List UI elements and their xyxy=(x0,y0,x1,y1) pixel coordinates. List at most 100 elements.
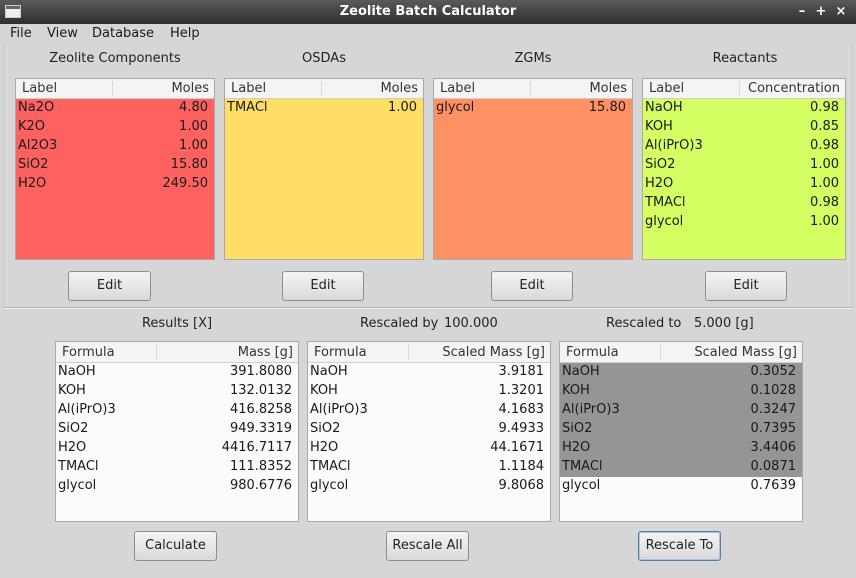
table-row[interactable]: Al(iPrO)3 416.8258 xyxy=(56,401,298,420)
table-row[interactable]: Al(iPrO)3 0.98 xyxy=(643,137,845,156)
table-row[interactable]: KOH 0.1028 xyxy=(560,382,802,401)
header-formula[interactable]: Formula xyxy=(566,345,619,360)
cell-label: SiO2 xyxy=(18,157,49,172)
table-row[interactable]: KOH 0.85 xyxy=(643,118,845,137)
menu-file[interactable]: File xyxy=(10,26,32,41)
edit-osda-button[interactable]: Edit xyxy=(282,271,364,301)
table-row[interactable]: H2O 249.50 xyxy=(16,175,214,194)
menu-help[interactable]: Help xyxy=(170,26,200,41)
table-row[interactable]: TMACl 1.00 xyxy=(225,99,423,118)
cell-label: glycol xyxy=(436,100,475,115)
calculate-button[interactable]: Calculate xyxy=(134,531,217,561)
header-moles[interactable]: Moles xyxy=(171,81,209,96)
rescaled-to-table[interactable]: Formula Scaled Mass [g] NaOH 0.3052 KOH 0.1… xyxy=(559,341,803,522)
cell-label: NaOH xyxy=(58,364,96,379)
cell-label: TMACl xyxy=(310,459,351,474)
osda-table[interactable]: Label Moles TMACl 1.00 xyxy=(224,78,424,260)
table-row[interactable]: glycol 0.7639 xyxy=(560,477,802,496)
rescale-target: 5.000 [g] xyxy=(694,316,754,331)
cell-value: 949.3319 xyxy=(229,421,292,436)
edit-zgm-button[interactable]: Edit xyxy=(491,271,573,301)
edit-reactants-button[interactable]: Edit xyxy=(705,271,787,301)
zeolite-table[interactable]: Label Moles Na2O 4.80 K2O 1.00 Al2O3 1.00 SiO2… xyxy=(15,78,215,260)
table-row[interactable]: H2O 4416.7117 xyxy=(56,439,298,458)
table-row[interactable]: NaOH 0.3052 xyxy=(560,363,802,382)
header-formula[interactable]: Formula xyxy=(314,345,367,360)
table-row[interactable]: SiO2 0.7395 xyxy=(560,420,802,439)
menu-view[interactable]: View xyxy=(47,26,78,41)
table-row[interactable]: KOH 132.0132 xyxy=(56,382,298,401)
close-icon[interactable]: × xyxy=(833,3,849,21)
table-row[interactable]: Al(iPrO)3 4.1683 xyxy=(308,401,550,420)
table-row[interactable]: TMACl 0.0871 xyxy=(560,458,802,477)
zgm-title: ZGMs xyxy=(514,51,552,66)
table-row[interactable]: SiO2 9.4933 xyxy=(308,420,550,439)
table-row[interactable]: TMACl 0.98 xyxy=(643,194,845,213)
table-header: Formula Scaled Mass [g] xyxy=(308,342,550,363)
table-row[interactable]: NaOH 391.8080 xyxy=(56,363,298,382)
header-label[interactable]: Label xyxy=(22,81,57,96)
header-moles[interactable]: Moles xyxy=(380,81,418,96)
header-label[interactable]: Label xyxy=(440,81,475,96)
table-row[interactable]: K2O 1.00 xyxy=(16,118,214,137)
cell-label: KOH xyxy=(562,383,590,398)
header-moles[interactable]: Moles xyxy=(589,81,627,96)
cell-label: TMACl xyxy=(58,459,99,474)
table-row[interactable]: NaOH 0.98 xyxy=(643,99,845,118)
table-row[interactable]: H2O 1.00 xyxy=(643,175,845,194)
cell-label: Al(iPrO)3 xyxy=(58,402,116,417)
cell-label: TMACl xyxy=(227,100,268,115)
cell-value: 980.6776 xyxy=(229,478,292,493)
header-scaled-mass[interactable]: Scaled Mass [g] xyxy=(694,345,797,360)
table-row[interactable]: TMACl 111.8352 xyxy=(56,458,298,477)
cell-value: 44.1671 xyxy=(490,440,544,455)
table-row[interactable]: KOH 1.3201 xyxy=(308,382,550,401)
results-table[interactable]: Formula Mass [g] NaOH 391.8080 KOH 132.0132… xyxy=(55,341,299,522)
edit-zeolite-button[interactable]: Edit xyxy=(68,271,151,301)
zgm-table[interactable]: Label Moles glycol 15.80 xyxy=(433,78,633,260)
table-row[interactable]: H2O 3.4406 xyxy=(560,439,802,458)
rescaled-to-title: Rescaled to xyxy=(606,316,682,331)
table-header: Label Moles xyxy=(225,79,423,99)
header-label[interactable]: Label xyxy=(649,81,684,96)
cell-label: H2O xyxy=(645,176,674,191)
table-row[interactable]: glycol 9.8068 xyxy=(308,477,550,496)
table-row[interactable]: glycol 15.80 xyxy=(434,99,632,118)
header-mass[interactable]: Mass [g] xyxy=(238,345,293,360)
table-row[interactable]: TMACl 1.1184 xyxy=(308,458,550,477)
menu-database[interactable]: Database xyxy=(92,26,154,41)
cell-label: glycol xyxy=(562,478,601,493)
table-row[interactable]: Al2O3 1.00 xyxy=(16,137,214,156)
cell-value: 9.8068 xyxy=(498,478,545,493)
table-row[interactable]: Na2O 4.80 xyxy=(16,99,214,118)
rescaled-by-table[interactable]: Formula Scaled Mass [g] NaOH 3.9181 KOH 1.3… xyxy=(307,341,551,522)
header-concentration[interactable]: Concentration xyxy=(748,81,840,96)
minimize-icon[interactable]: – xyxy=(794,3,810,21)
cell-value: 4.1683 xyxy=(498,402,545,417)
header-label[interactable]: Label xyxy=(231,81,266,96)
reactants-table[interactable]: Label Concentration NaOH 0.98 KOH 0.85 Al(iP… xyxy=(642,78,846,260)
cell-value: 4416.7117 xyxy=(221,440,292,455)
table-header: Label Moles xyxy=(16,79,214,99)
table-row[interactable]: NaOH 3.9181 xyxy=(308,363,550,382)
cell-label: glycol xyxy=(310,478,349,493)
table-row[interactable]: glycol 1.00 xyxy=(643,213,845,232)
header-formula[interactable]: Formula xyxy=(62,345,115,360)
rescale-all-button[interactable]: Rescale All xyxy=(386,531,469,561)
table-row[interactable]: H2O 44.1671 xyxy=(308,439,550,458)
table-row[interactable]: Al(iPrO)3 0.3247 xyxy=(560,401,802,420)
cell-label: Al(iPrO)3 xyxy=(645,138,703,153)
table-row[interactable]: SiO2 15.80 xyxy=(16,156,214,175)
table-row[interactable]: SiO2 949.3319 xyxy=(56,420,298,439)
rescale-to-button[interactable]: Rescale To xyxy=(638,531,721,561)
cell-value: 1.00 xyxy=(810,176,839,191)
table-row[interactable]: glycol 980.6776 xyxy=(56,477,298,496)
cell-label: glycol xyxy=(58,478,97,493)
header-scaled-mass[interactable]: Scaled Mass [g] xyxy=(442,345,545,360)
table-row[interactable]: SiO2 1.00 xyxy=(643,156,845,175)
cell-value: 0.3247 xyxy=(750,402,797,417)
window-title: Zeolite Batch Calculator xyxy=(339,4,517,19)
cell-value: 249.50 xyxy=(162,176,209,191)
maximize-icon[interactable]: + xyxy=(813,3,829,21)
title-bar: Zeolite Batch Calculator – + × xyxy=(0,0,856,24)
